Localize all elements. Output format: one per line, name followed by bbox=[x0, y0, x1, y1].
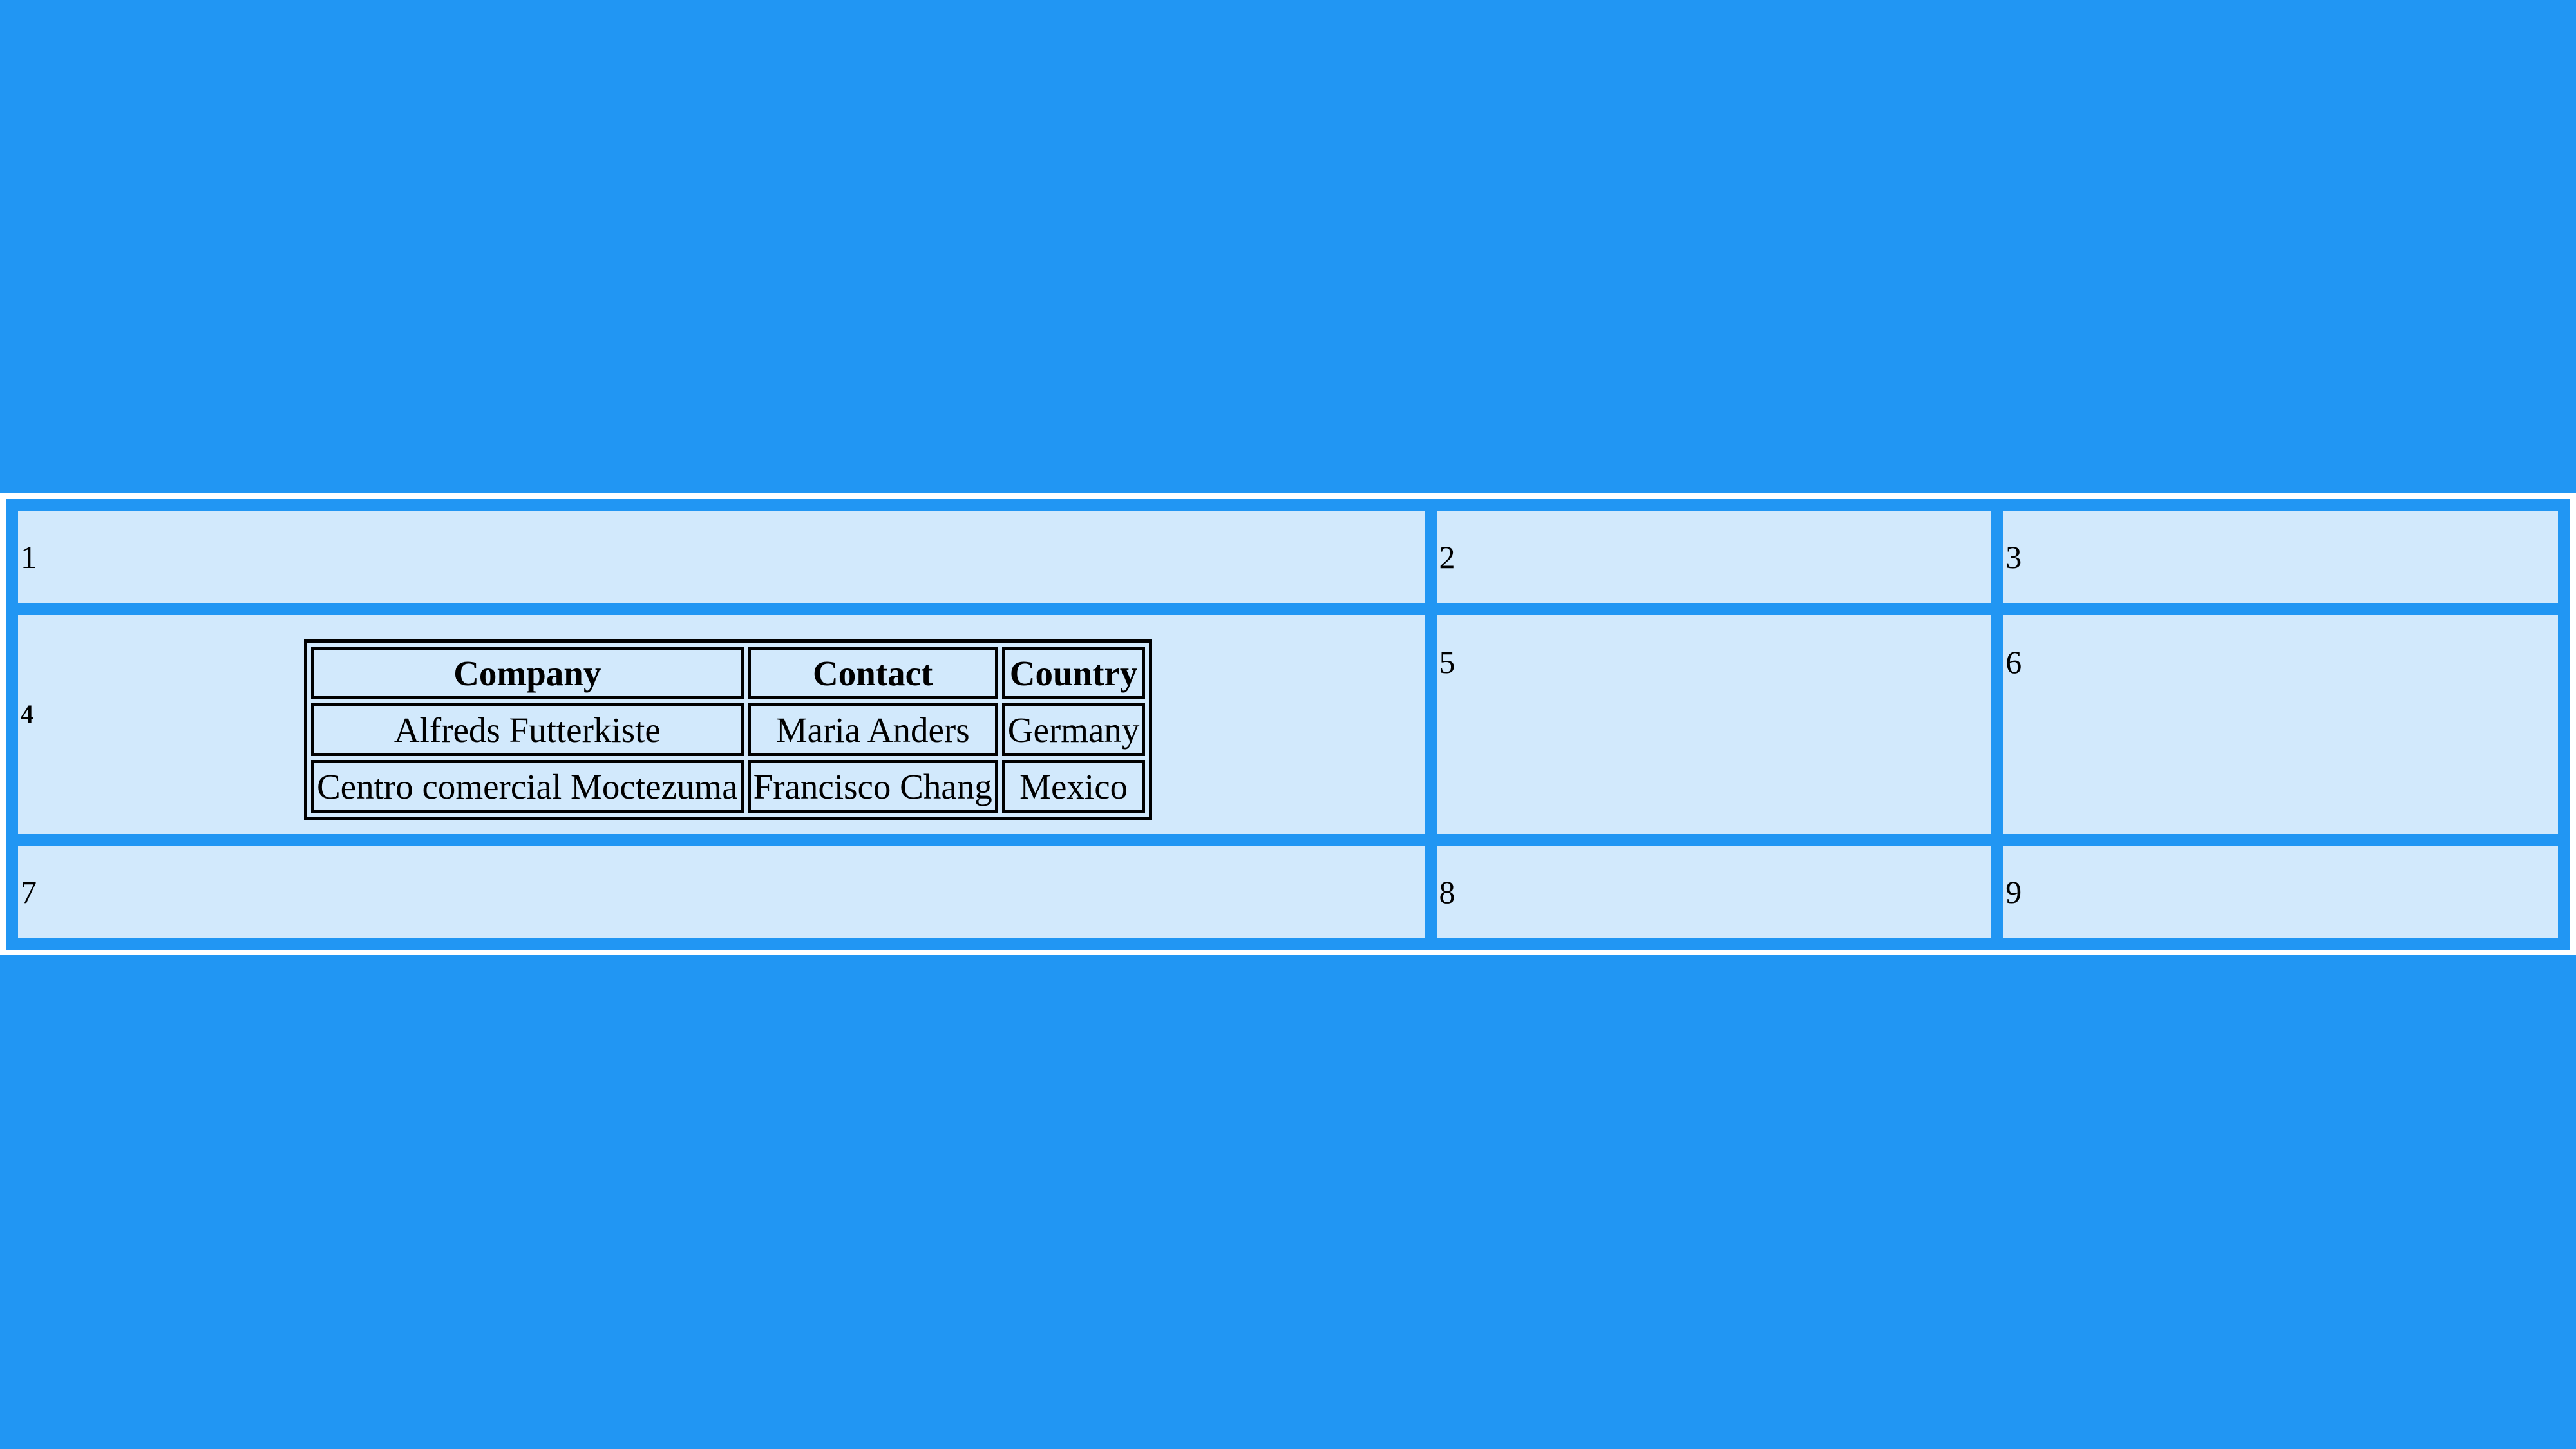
table-row: Alfreds Futterkiste Maria Anders Germany bbox=[311, 703, 1146, 756]
grid-cell-8: 8 bbox=[1436, 846, 1992, 938]
grid-cell-5: 5 bbox=[1436, 615, 1992, 834]
cell-company: Centro comercial Moctezuma bbox=[311, 760, 744, 813]
grid-cell-1: 1 bbox=[18, 511, 1425, 603]
header-country: Country bbox=[1001, 647, 1146, 699]
cell-company: Alfreds Futterkiste bbox=[311, 703, 744, 756]
grid-cell-2: 2 bbox=[1436, 511, 1992, 603]
cell-country: Mexico bbox=[1001, 760, 1146, 813]
cell-contact: Maria Anders bbox=[747, 703, 998, 756]
table-row: Centro comercial Moctezuma Francisco Cha… bbox=[311, 760, 1146, 813]
table-header-row: Company Contact Country bbox=[311, 647, 1146, 699]
grid-row-1: 1 2 3 bbox=[18, 511, 2558, 603]
header-contact: Contact bbox=[747, 647, 998, 699]
cell-contact: Francisco Chang bbox=[747, 760, 998, 813]
grid-cell-3: 3 bbox=[2003, 511, 2558, 603]
header-company: Company bbox=[311, 647, 744, 699]
grid-row-2: 4 Company Contact Country Alfreds Futter… bbox=[18, 615, 2558, 834]
outer-grid-table: 1 2 3 4 Company Contact Country Alfreds … bbox=[6, 499, 2570, 950]
grid-frame: 1 2 3 4 Company Contact Country Alfreds … bbox=[0, 493, 2576, 955]
grid-cell-4-content: 4 Company Contact Country Alfreds Futter… bbox=[21, 615, 1423, 834]
customers-table: Company Contact Country Alfreds Futterki… bbox=[304, 639, 1153, 820]
grid-cell-7: 7 bbox=[18, 846, 1425, 938]
grid-cell-4-label: 4 bbox=[21, 699, 33, 728]
cell-country: Germany bbox=[1001, 703, 1146, 756]
grid-cell-4: 4 Company Contact Country Alfreds Futter… bbox=[18, 615, 1425, 834]
grid-cell-6: 6 bbox=[2003, 615, 2558, 834]
page: 1 2 3 4 Company Contact Country Alfreds … bbox=[0, 0, 2576, 1449]
grid-cell-9: 9 bbox=[2003, 846, 2558, 938]
grid-row-3: 7 8 9 bbox=[18, 846, 2558, 938]
